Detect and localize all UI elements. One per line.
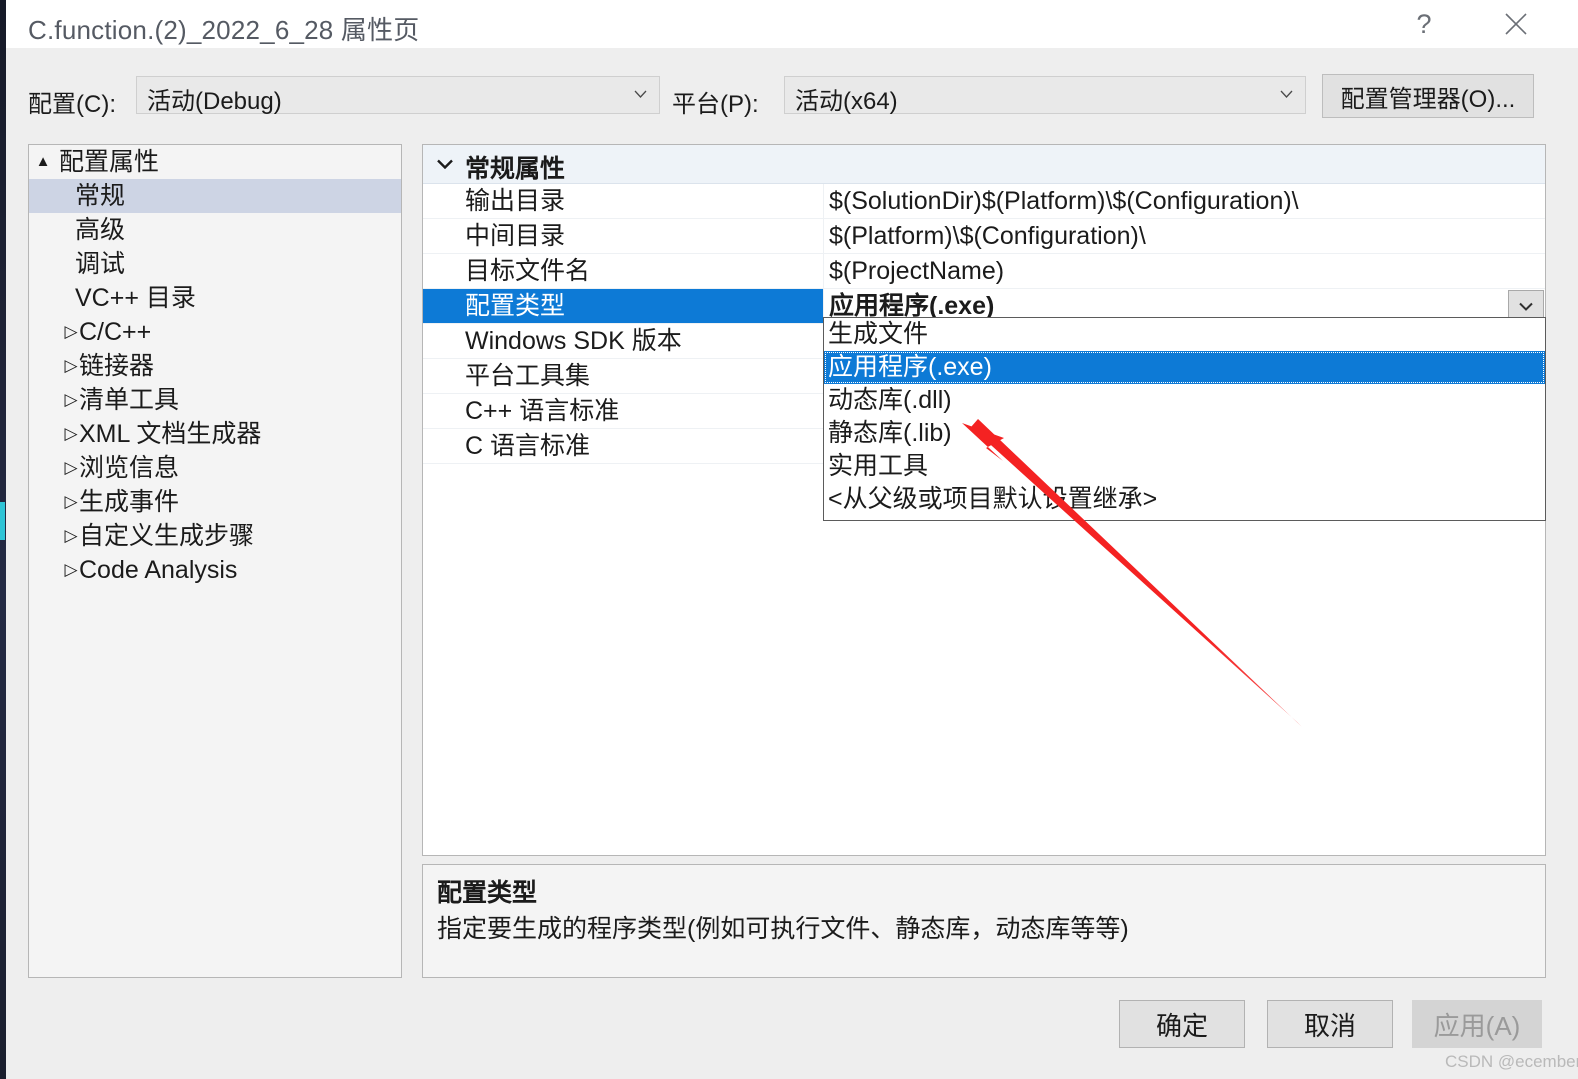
apply-button: 应用(A) bbox=[1412, 1000, 1542, 1048]
tree-item-5[interactable]: ▷ C/C++ bbox=[29, 315, 401, 349]
expand-triangle-icon[interactable]: ▷ bbox=[57, 553, 85, 587]
tree-item-label: 配置属性 bbox=[59, 148, 160, 176]
dropdown-option[interactable]: 动态库(.dll) bbox=[824, 384, 1545, 417]
configuration-label: 配置(C): bbox=[28, 91, 116, 118]
close-icon bbox=[1505, 13, 1527, 35]
tree-item-0[interactable]: ▲ 配置属性 bbox=[29, 145, 401, 179]
configuration-manager-label: 配置管理器(O)... bbox=[1340, 85, 1516, 113]
property-name: 配置类型 bbox=[423, 289, 823, 323]
property-name: 中间目录 bbox=[465, 222, 566, 250]
expand-triangle-icon[interactable]: ▷ bbox=[57, 485, 85, 519]
chevron-down-icon bbox=[634, 90, 647, 98]
help-button[interactable]: ? bbox=[1392, 0, 1456, 48]
tree-item-12[interactable]: ▷ Code Analysis bbox=[29, 553, 401, 587]
ide-accent-bar bbox=[0, 502, 5, 540]
property-value[interactable]: $(ProjectName) bbox=[825, 254, 1545, 288]
window-title: C.function.(2)_2022_6_28 属性页 bbox=[28, 15, 420, 45]
property-row[interactable]: 目标文件名 $(ProjectName) bbox=[423, 254, 1545, 289]
property-name: 输出目录 bbox=[465, 187, 566, 215]
column-splitter[interactable] bbox=[823, 254, 824, 288]
tree-item-8[interactable]: ▷ XML 文档生成器 bbox=[29, 417, 401, 451]
property-value[interactable]: $(Platform)\$(Configuration)\ bbox=[825, 219, 1545, 253]
expand-triangle-icon[interactable]: ▷ bbox=[57, 451, 85, 485]
property-grid-section-header[interactable]: 常规属性 bbox=[423, 145, 1545, 184]
tree-item-3[interactable]: 调试 bbox=[29, 247, 401, 281]
dropdown-option[interactable]: 生成文件 bbox=[824, 318, 1545, 351]
expand-triangle-icon[interactable]: ▷ bbox=[57, 417, 85, 451]
tree-item-1[interactable]: 常规 bbox=[29, 179, 401, 213]
description-body: 指定要生成的程序类型(例如可执行文件、静态库，动态库等等) bbox=[437, 915, 1129, 943]
ok-button[interactable]: 确定 bbox=[1119, 1000, 1245, 1048]
description-title: 配置类型 bbox=[437, 879, 538, 907]
chevron-down-icon bbox=[1280, 90, 1293, 98]
tree-item-11[interactable]: ▷ 自定义生成步骤 bbox=[29, 519, 401, 553]
expand-triangle-icon[interactable]: ▷ bbox=[57, 519, 85, 553]
tree-item-label: VC++ 目录 bbox=[75, 284, 196, 312]
property-pages-dialog: C.function.(2)_2022_6_28 属性页 ? 配置(C): 活动… bbox=[6, 0, 1578, 1079]
collapse-triangle-icon[interactable]: ▲ bbox=[29, 145, 57, 179]
apply-button-label: 应用(A) bbox=[1433, 1010, 1521, 1041]
property-row[interactable]: 输出目录 $(SolutionDir)$(Platform)\$(Configur… bbox=[423, 184, 1545, 219]
configuration-type-dropdown-list[interactable]: 生成文件 应用程序(.exe) 动态库(.dll) 静态库(.lib) 实用工具 <从父级… bbox=[823, 317, 1546, 521]
tree-item-label: 高级 bbox=[75, 216, 126, 244]
tree-item-2[interactable]: 高级 bbox=[29, 213, 401, 247]
tree-item-label: 常规 bbox=[75, 182, 126, 210]
configuration-tree[interactable]: ▲ 配置属性常规高级调试 VC++ 目录 ▷ C/C++ ▷ 链接器 ▷ 清单工具 ▷ XML 文档… bbox=[28, 144, 402, 978]
configuration-value: 活动(Debug) bbox=[147, 88, 282, 115]
tree-item-7[interactable]: ▷ 清单工具 bbox=[29, 383, 401, 417]
expand-triangle-icon[interactable]: ▷ bbox=[57, 349, 85, 383]
platform-label: 平台(P): bbox=[672, 91, 759, 118]
expand-triangle-icon[interactable]: ▷ bbox=[57, 383, 85, 417]
dropdown-option[interactable]: 实用工具 bbox=[824, 450, 1545, 483]
property-name: Windows SDK 版本 bbox=[465, 327, 682, 355]
property-name: C++ 语言标准 bbox=[465, 397, 620, 425]
question-mark-icon: ? bbox=[1416, 8, 1432, 39]
cancel-button-label: 取消 bbox=[1303, 1010, 1356, 1041]
configuration-select[interactable]: 活动(Debug) bbox=[136, 76, 660, 115]
title-bar: C.function.(2)_2022_6_28 属性页 ? bbox=[6, 0, 1578, 48]
configuration-manager-button[interactable]: 配置管理器(O)... bbox=[1322, 74, 1534, 118]
property-name: 目标文件名 bbox=[465, 257, 591, 285]
dropdown-option[interactable]: 静态库(.lib) bbox=[824, 417, 1545, 450]
column-splitter[interactable] bbox=[823, 184, 824, 218]
property-name: C 语言标准 bbox=[465, 432, 591, 460]
close-button[interactable] bbox=[1484, 0, 1548, 48]
tree-item-10[interactable]: ▷ 生成事件 bbox=[29, 485, 401, 519]
property-row[interactable]: 中间目录 $(Platform)\$(Configuration)\ bbox=[423, 219, 1545, 254]
section-title: 常规属性 bbox=[465, 155, 566, 183]
chevron-down-icon bbox=[1519, 302, 1533, 311]
tree-item-label: 调试 bbox=[75, 250, 126, 278]
chevron-down-icon bbox=[437, 159, 453, 169]
tree-item-9[interactable]: ▷ 浏览信息 bbox=[29, 451, 401, 485]
expand-triangle-icon[interactable]: ▷ bbox=[57, 315, 85, 349]
description-panel: 配置类型 指定要生成的程序类型(例如可执行文件、静态库，动态库等等) bbox=[422, 864, 1546, 978]
dropdown-option[interactable]: 应用程序(.exe) bbox=[824, 351, 1545, 384]
tree-item-4[interactable]: VC++ 目录 bbox=[29, 281, 401, 315]
property-value[interactable]: $(SolutionDir)$(Platform)\$(Configuratio… bbox=[825, 184, 1545, 218]
tree-item-6[interactable]: ▷ 链接器 bbox=[29, 349, 401, 383]
ok-button-label: 确定 bbox=[1155, 1010, 1208, 1041]
property-name: 平台工具集 bbox=[465, 362, 591, 390]
cancel-button[interactable]: 取消 bbox=[1267, 1000, 1393, 1048]
column-splitter[interactable] bbox=[823, 219, 824, 253]
dropdown-option[interactable]: <从父级或项目默认设置继承> bbox=[824, 483, 1545, 516]
watermark: CSDN @ecember bbox=[1445, 1052, 1578, 1071]
platform-select[interactable]: 活动(x64) bbox=[784, 76, 1306, 115]
platform-value: 活动(x64) bbox=[795, 88, 898, 115]
configuration-toolbar: 配置(C): 活动(Debug) 平台(P): 活动(x64) 配置管理器(O)… bbox=[6, 48, 1578, 118]
